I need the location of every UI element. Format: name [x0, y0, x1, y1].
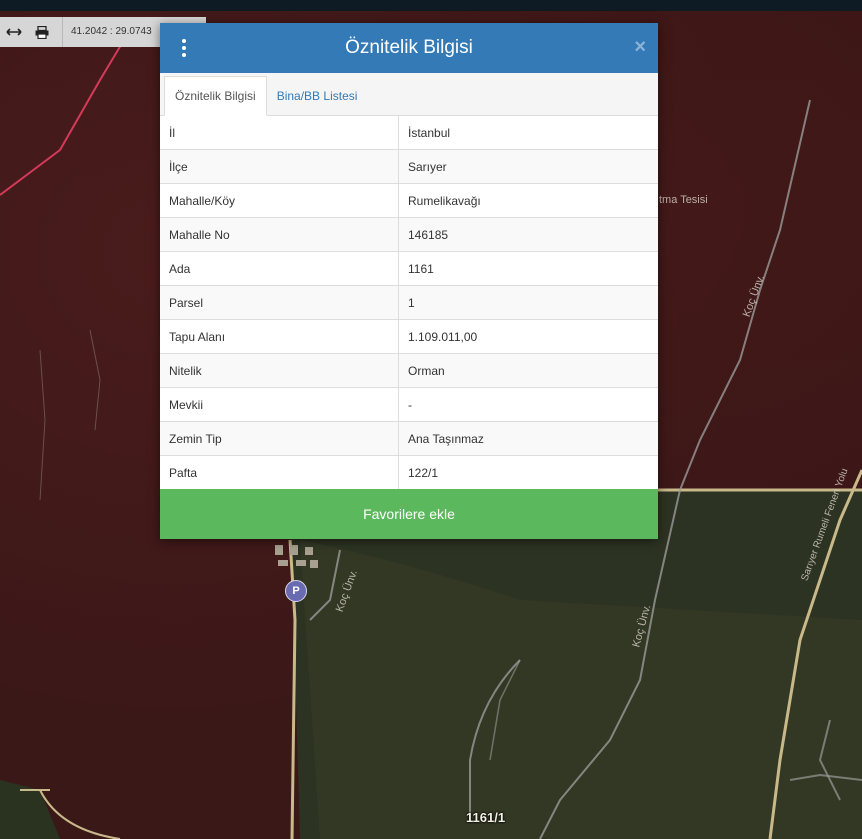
- attr-value: 1161: [398, 251, 658, 286]
- attr-value: Ana Taşınmaz: [398, 421, 658, 456]
- attr-key: Ada: [160, 251, 399, 286]
- attr-value: 146185: [398, 217, 658, 252]
- table-row: Pafta 122/1: [160, 455, 658, 489]
- table-row: İlçe Sarıyer: [160, 149, 658, 184]
- measure-distance-icon[interactable]: [0, 17, 28, 47]
- attr-key: Parsel: [160, 285, 399, 320]
- table-row: Nitelik Orman: [160, 353, 658, 388]
- attr-key: Pafta: [160, 455, 399, 489]
- attr-value: -: [398, 387, 658, 422]
- table-row: Tapu Alanı 1.109.011,00: [160, 319, 658, 354]
- table-row: Parsel 1: [160, 285, 658, 320]
- add-to-favorites-button[interactable]: Favorilere ekle: [160, 489, 658, 539]
- table-row: Mevkii -: [160, 387, 658, 422]
- attr-key: Zemin Tip: [160, 421, 399, 456]
- close-icon[interactable]: ×: [634, 35, 646, 59]
- dialog-header: Öznitelik Bilgisi ×: [160, 23, 658, 73]
- attr-key: Mevkii: [160, 387, 399, 422]
- attr-value: Sarıyer: [398, 149, 658, 184]
- attribute-table: İl İstanbul İlçe Sarıyer Mahalle/Köy Rumeli…: [160, 116, 658, 489]
- attr-key: Mahalle No: [160, 217, 399, 252]
- attr-value: İstanbul: [408, 125, 451, 140]
- attr-key: İl: [160, 116, 399, 150]
- top-bar: [0, 0, 862, 11]
- attr-value: Rumelikavağı: [398, 183, 658, 218]
- coordinate-readout: 41.2042 : 29.0743: [62, 17, 152, 47]
- parking-marker[interactable]: P: [285, 580, 307, 602]
- attr-value: 122/1: [398, 455, 658, 489]
- attr-key: İlçe: [160, 149, 399, 184]
- attr-key: Mahalle/Köy: [160, 183, 399, 218]
- print-icon[interactable]: [28, 17, 56, 47]
- table-row: İl İstanbul: [160, 116, 658, 150]
- tab-attribute-info[interactable]: Öznitelik Bilgisi: [164, 76, 267, 116]
- table-row: Mahalle/Köy Rumelikavağı: [160, 183, 658, 218]
- attr-value: Orman: [398, 353, 658, 388]
- table-row: Ada 1161: [160, 251, 658, 286]
- parcel-label: 1161/1: [466, 810, 506, 825]
- dialog-title: Öznitelik Bilgisi: [345, 37, 473, 58]
- table-row: Mahalle No 146185: [160, 217, 658, 252]
- more-menu-icon[interactable]: [176, 36, 192, 60]
- map-label-facility: tma Tesisi: [659, 194, 708, 206]
- table-row: Zemin Tip Ana Taşınmaz: [160, 421, 658, 456]
- tab-building-list[interactable]: Bina/BB Listesi: [267, 77, 368, 115]
- dialog-tabs: Öznitelik Bilgisi Bina/BB Listesi: [160, 73, 658, 116]
- attribute-info-dialog: Öznitelik Bilgisi × Öznitelik Bilgisi Bi…: [160, 23, 658, 539]
- attr-value: 1: [398, 285, 658, 320]
- attr-value: 1.109.011,00: [398, 319, 658, 354]
- attr-key: Tapu Alanı: [160, 319, 399, 354]
- attr-key: Nitelik: [160, 353, 399, 388]
